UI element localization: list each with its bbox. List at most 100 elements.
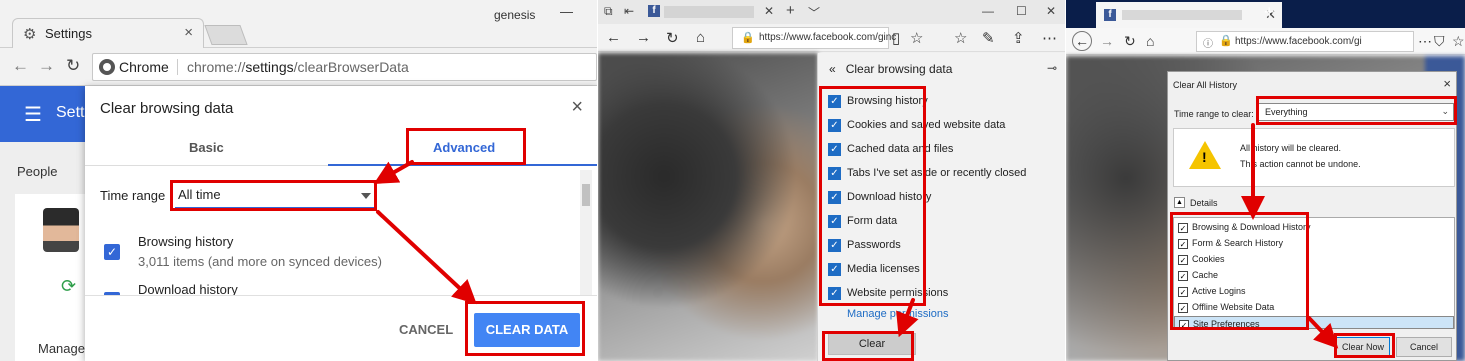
forward-arrow-icon[interactable]: → xyxy=(636,29,651,46)
close-window-icon[interactable]: ✕ xyxy=(1046,4,1056,18)
cancel-button[interactable]: CANCEL xyxy=(399,322,453,337)
maximize-icon[interactable]: ☐ xyxy=(1016,4,1027,18)
profile-name[interactable]: genesis xyxy=(494,8,535,22)
favorites-hub-icon[interactable]: ☆ xyxy=(954,29,967,47)
new-tab-plus-icon[interactable]: + xyxy=(1264,2,1275,23)
firefox-tabbar: f ✕ + xyxy=(1066,0,1465,28)
tab-advanced[interactable]: Advanced xyxy=(433,140,495,155)
reload-icon[interactable]: ↻ xyxy=(66,56,80,76)
more-options-icon[interactable]: ⋯ xyxy=(1042,29,1057,47)
firefox-url-field[interactable]: ⓘ 🔒 https://www.facebook.com/gi xyxy=(1196,31,1414,52)
checkbox[interactable]: ✓ xyxy=(1178,255,1188,265)
avatar[interactable] xyxy=(43,208,79,252)
home-icon[interactable]: ⌂ xyxy=(1146,33,1154,49)
bookmark-star-icon[interactable]: ☆ xyxy=(1452,33,1465,50)
tab-preview-icon[interactable]: ⧉ xyxy=(604,4,613,19)
new-tab-plus-icon[interactable]: + xyxy=(786,2,795,19)
option-label: Website permissions xyxy=(847,287,949,299)
favorite-star-icon[interactable]: ☆ xyxy=(910,29,923,47)
list-item-selected[interactable]: ✓ Site Preferences xyxy=(1174,316,1454,330)
list-item[interactable]: ✓ Form & Search History xyxy=(1174,236,1454,252)
checkbox[interactable]: ✓ xyxy=(1178,223,1188,233)
option-label: Browsing history xyxy=(847,95,928,107)
home-icon[interactable]: ⌂ xyxy=(696,29,705,46)
details-toggle-icon[interactable]: ▲ xyxy=(1174,197,1185,208)
set-aside-tabs-icon[interactable]: ⇤ xyxy=(624,4,634,18)
dropdown-arrow-icon xyxy=(361,193,371,199)
reload-icon[interactable]: ↻ xyxy=(666,29,679,47)
back-arrow-icon[interactable]: ← xyxy=(12,56,29,76)
close-icon[interactable]: × xyxy=(1443,76,1451,91)
hamburger-menu-icon[interactable]: ☰ xyxy=(24,102,42,127)
tab-close-icon[interactable]: × xyxy=(184,24,193,41)
list-item[interactable]: ✓ Active Logins xyxy=(1174,284,1454,300)
web-note-icon[interactable]: ✎ xyxy=(982,29,995,47)
back-arrow-icon[interactable]: ← xyxy=(1072,31,1092,51)
chrome-toolbar: ← → ↻ Chrome chrome://settings/clearBrow… xyxy=(0,48,597,86)
tab-close-icon[interactable]: ✕ xyxy=(764,4,774,18)
reload-icon[interactable]: ↻ xyxy=(1124,33,1136,50)
lock-icon: 🔒 xyxy=(741,32,755,44)
edge-url-field[interactable]: 🔒 https://www.facebook.com/ginc xyxy=(732,27,896,49)
checkbox[interactable]: ✓ xyxy=(1178,303,1188,313)
minimize-icon[interactable]: — xyxy=(982,4,994,18)
omnibox[interactable]: Chrome chrome://settings/clearBrowserDat… xyxy=(92,53,597,81)
list-item[interactable]: ✓ Cache xyxy=(1174,268,1454,284)
clear-button[interactable]: Clear xyxy=(828,333,916,355)
checkbox[interactable]: ✓ xyxy=(1178,271,1188,281)
checkbox[interactable]: ✓ xyxy=(1178,287,1188,297)
list-item[interactable]: ✓ Cookies xyxy=(1174,252,1454,268)
sync-icon: ⟳ xyxy=(61,276,77,296)
edge-clear-browsing-pane: « Clear browsing data ⊸ ✓ Browsing histo… xyxy=(817,53,1065,361)
cancel-button[interactable]: Cancel xyxy=(1396,337,1452,357)
forward-arrow-icon[interactable]: → xyxy=(38,56,55,76)
browsing-history-title: Browsing history xyxy=(138,234,234,249)
checkbox-passwords[interactable]: ✓ xyxy=(828,239,841,252)
tab-basic[interactable]: Basic xyxy=(189,140,224,155)
manage-label[interactable]: Manage xyxy=(38,341,85,356)
checkbox-website-permissions[interactable]: ✓ xyxy=(828,287,841,300)
minimize-button[interactable]: — xyxy=(560,4,573,19)
checkbox[interactable]: ✓ xyxy=(1178,239,1188,249)
tab-list-chevron-icon[interactable]: ﹀ xyxy=(808,4,820,21)
lock-icon: 🔒 xyxy=(1219,35,1233,47)
list-item[interactable]: ✓ Offline Website Data xyxy=(1174,300,1454,316)
close-icon[interactable]: × xyxy=(571,96,583,119)
time-range-select[interactable]: Everything ⌄ xyxy=(1258,103,1454,121)
pane-title: « Clear browsing data xyxy=(829,62,953,76)
clear-now-button[interactable]: Clear Now xyxy=(1336,337,1390,357)
dialog-scrollbar[interactable] xyxy=(580,170,592,296)
share-icon[interactable]: ⇪ xyxy=(1012,29,1025,47)
pocket-icon[interactable]: ⛉ xyxy=(1434,33,1445,50)
checkbox-cookies[interactable]: ✓ xyxy=(828,119,841,132)
details-label[interactable]: Details xyxy=(1190,198,1218,208)
scrollbar-thumb[interactable] xyxy=(582,184,590,206)
new-tab-button[interactable] xyxy=(204,25,248,45)
clear-data-button[interactable]: CLEAR DATA xyxy=(474,313,580,347)
browsing-history-checkbox[interactable]: ✓ xyxy=(104,244,120,260)
list-item[interactable]: ✓ Browsing & Download History xyxy=(1174,220,1454,236)
reading-view-icon[interactable]: ▯ xyxy=(892,29,900,47)
option-label: Cookies and saved website data xyxy=(847,119,1006,131)
checkbox-tabs-set-aside[interactable]: ✓ xyxy=(828,167,841,180)
forward-arrow-icon[interactable]: → xyxy=(1100,33,1114,49)
chrome-tab-settings[interactable]: ⚙ Settings × xyxy=(12,18,204,48)
checkbox-download-history[interactable]: ✓ xyxy=(828,191,841,204)
item-label: Form & Search History xyxy=(1192,238,1284,248)
checkbox-browsing-history[interactable]: ✓ xyxy=(828,95,841,108)
browsing-history-subtitle: 3,011 items (and more on synced devices) xyxy=(138,254,382,269)
time-range-select[interactable]: All time xyxy=(175,182,375,208)
firefox-url-text: https://www.facebook.com/gi xyxy=(1235,36,1362,47)
checkbox-cached-data[interactable]: ✓ xyxy=(828,143,841,156)
firefox-tab[interactable]: f ✕ xyxy=(1096,2,1282,28)
checkbox-form-data[interactable]: ✓ xyxy=(828,215,841,228)
gear-icon: ⚙ xyxy=(23,26,37,43)
manage-permissions-link[interactable]: Manage permissions xyxy=(847,308,949,320)
pin-icon[interactable]: ⊸ xyxy=(1047,61,1057,75)
time-range-value: All time xyxy=(178,187,221,202)
checkbox-media-licenses[interactable]: ✓ xyxy=(828,263,841,276)
omnibox-url: chrome://settings/clearBrowserData xyxy=(187,59,409,75)
back-arrow-icon[interactable]: ← xyxy=(606,29,621,46)
checkbox[interactable]: ✓ xyxy=(1179,320,1189,330)
page-actions-icon[interactable]: ⋯ xyxy=(1418,33,1432,50)
